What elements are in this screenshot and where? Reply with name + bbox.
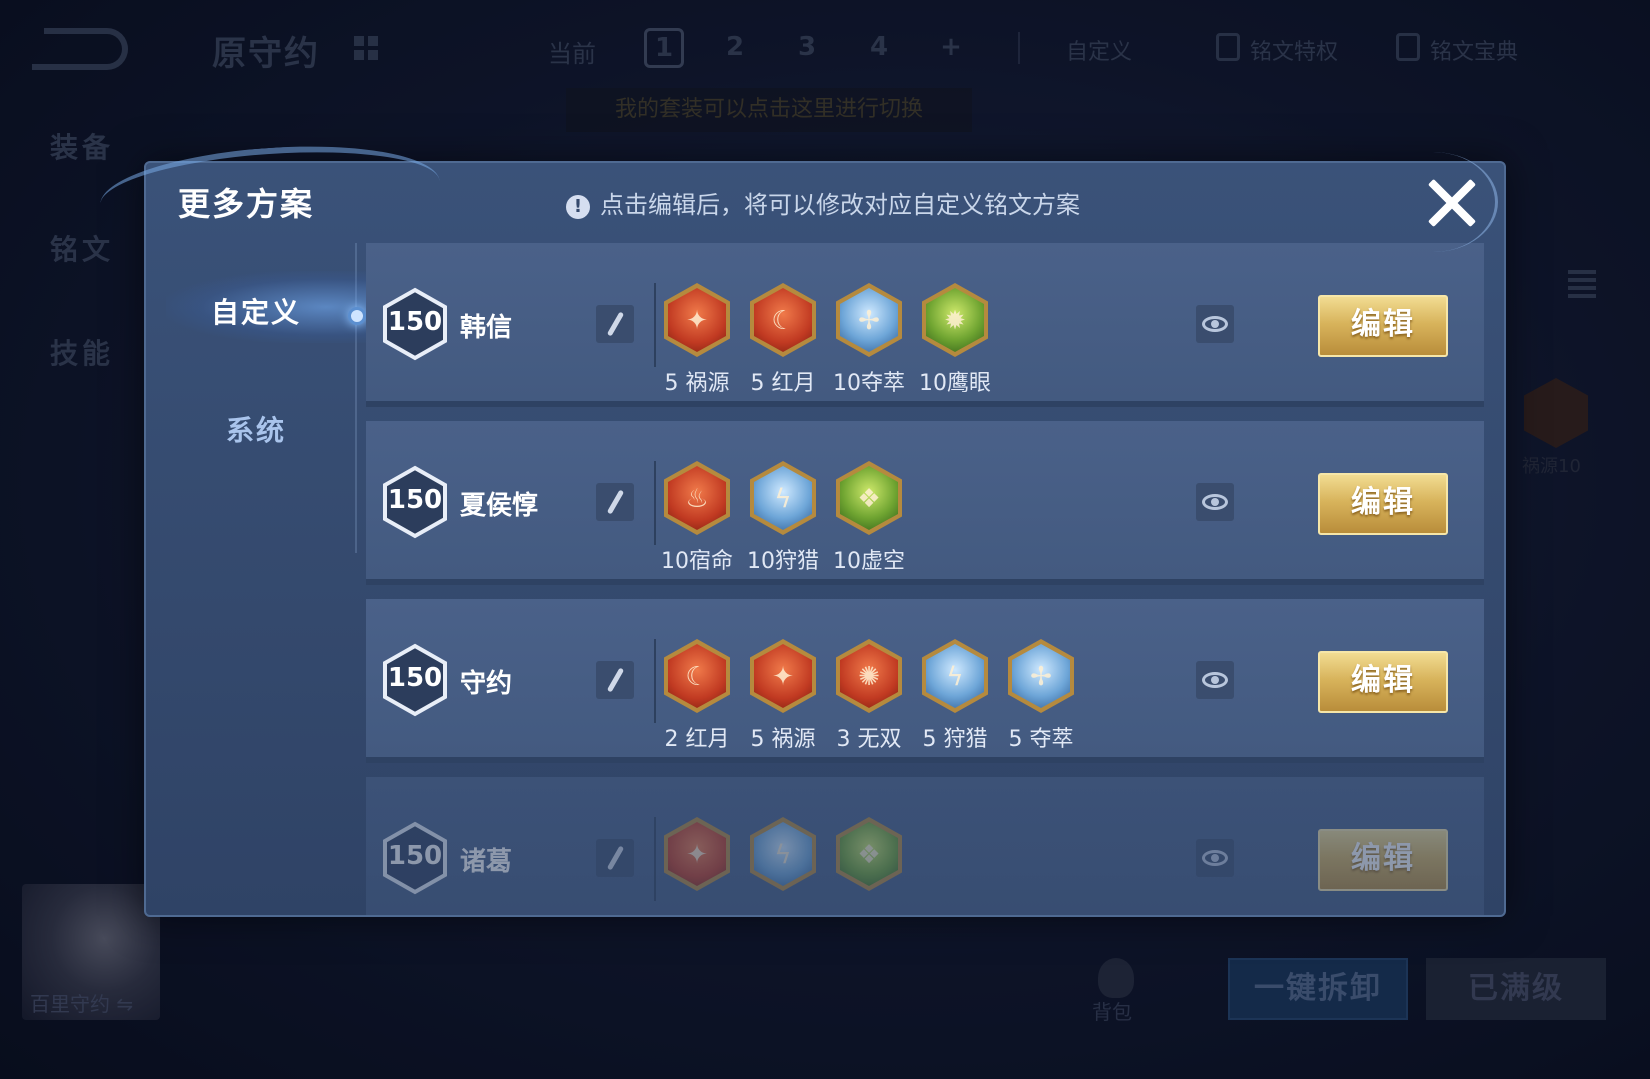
rune-item[interactable]: ☾ 5 红月 — [738, 283, 828, 397]
decorative-swirl — [1368, 152, 1498, 252]
preview-eye-icon[interactable] — [1196, 839, 1234, 877]
swirl-icon: ✺ — [836, 639, 902, 713]
rune-label: 3 无双 — [836, 727, 902, 752]
plan-row[interactable]: 150 诸葛 ✦ ϟ ❖ 编辑 — [366, 777, 1484, 915]
edit-button[interactable]: 编辑 — [1318, 473, 1448, 535]
rune-label: 5 狩猎 — [922, 727, 988, 752]
plan-row[interactable]: 150 夏侯惇 ♨ 10宿命 ϟ 10狩猎 ❖ 10虚空 编辑 — [366, 421, 1484, 585]
rune-label: 10鹰眼 — [919, 371, 991, 396]
nav-tab-system[interactable]: 系统 — [146, 409, 366, 449]
preview-eye-icon[interactable] — [1196, 483, 1234, 521]
lightning-icon: ϟ — [750, 817, 816, 891]
rename-pen-icon[interactable] — [596, 305, 634, 343]
edit-button[interactable]: 编辑 — [1318, 829, 1448, 891]
void-icon: ❖ — [836, 461, 902, 535]
rune-label: 5 祸源 — [664, 371, 730, 396]
rune-item[interactable]: ✢ 10夺萃 — [824, 283, 914, 397]
lightning-icon: ϟ — [922, 639, 988, 713]
plan-row[interactable]: 150 韩信 ✦ 5 祸源 ☾ 5 红月 ✢ 10夺萃 ✹ 10鹰眼 编辑 — [366, 243, 1484, 407]
plan-name: 守约 — [460, 669, 513, 699]
rune-item[interactable]: ❖ 10虚空 — [824, 461, 914, 575]
edit-button[interactable]: 编辑 — [1318, 295, 1448, 357]
rename-pen-icon[interactable] — [596, 839, 634, 877]
rune-label: 10宿命 — [661, 549, 733, 574]
knot-icon: ✢ — [836, 283, 902, 357]
rune-item[interactable]: ✦ 5 祸源 — [652, 283, 742, 397]
nav-indicator — [348, 307, 366, 325]
eye-star-icon: ✹ — [922, 283, 988, 357]
rune-level: 150 — [387, 307, 443, 337]
fan-icon: ✦ — [664, 817, 730, 891]
fan-icon: ✦ — [664, 283, 730, 357]
rune-item[interactable]: ❖ — [824, 817, 914, 899]
info-icon: ! — [566, 195, 590, 219]
preview-eye-icon[interactable] — [1196, 661, 1234, 699]
moon-icon: ☾ — [750, 283, 816, 357]
rune-item[interactable]: ✺ 3 无双 — [824, 639, 914, 753]
knot-icon: ✢ — [1008, 639, 1074, 713]
flame-icon: ♨ — [664, 461, 730, 535]
moon-icon: ☾ — [664, 639, 730, 713]
rune-item[interactable]: ✦ — [652, 817, 742, 899]
rune-level: 150 — [387, 841, 443, 871]
void-icon: ❖ — [836, 817, 902, 891]
plan-row[interactable]: 150 守约 ☾ 2 红月 ✦ 5 祸源 ✺ 3 无双 ϟ 5 狩猎 ✢ 5 夺萃 编辑 — [366, 599, 1484, 763]
rune-item[interactable]: ϟ 5 狩猎 — [910, 639, 1000, 753]
rune-label: 10狩猎 — [747, 549, 819, 574]
modal-hint: ! 点击编辑后，将可以修改对应自定义铭文方案 — [566, 185, 1080, 220]
rune-item[interactable]: ☾ 2 红月 — [652, 639, 742, 753]
rune-label: 5 红月 — [750, 371, 816, 396]
rune-item[interactable]: ϟ 10狩猎 — [738, 461, 828, 575]
lightning-icon: ϟ — [750, 461, 816, 535]
plan-list[interactable]: 150 韩信 ✦ 5 祸源 ☾ 5 红月 ✢ 10夺萃 ✹ 10鹰眼 编辑 150 夏侯惇 ♨ 10宿命 ϟ 1… — [366, 243, 1486, 915]
modal-hint-text: 点击编辑后，将可以修改对应自定义铭文方案 — [600, 191, 1080, 219]
rune-item[interactable]: ♨ 10宿命 — [652, 461, 742, 575]
rune-level: 150 — [387, 663, 443, 693]
fan-icon: ✦ — [750, 639, 816, 713]
edit-button[interactable]: 编辑 — [1318, 651, 1448, 713]
rune-label: 10夺萃 — [833, 371, 905, 396]
plan-name: 韩信 — [460, 313, 513, 343]
rune-item[interactable]: ϟ — [738, 817, 828, 899]
rune-item[interactable]: ✢ 5 夺萃 — [996, 639, 1086, 753]
plan-name: 夏侯惇 — [460, 491, 539, 521]
nav-tab-custom[interactable]: 自定义 — [146, 291, 366, 331]
rename-pen-icon[interactable] — [596, 661, 634, 699]
rune-level: 150 — [387, 485, 443, 515]
rune-label: 2 红月 — [664, 727, 730, 752]
rune-label: 5 夺萃 — [1008, 727, 1074, 752]
plan-name: 诸葛 — [460, 847, 513, 877]
preview-eye-icon[interactable] — [1196, 305, 1234, 343]
rune-label: 5 祸源 — [750, 727, 816, 752]
more-plans-modal: 更多方案 ! 点击编辑后，将可以修改对应自定义铭文方案 自定义 系统 150 韩信 ✦… — [144, 161, 1506, 917]
rename-pen-icon[interactable] — [596, 483, 634, 521]
rune-label: 10虚空 — [833, 549, 905, 574]
rune-item[interactable]: ✦ 5 祸源 — [738, 639, 828, 753]
rune-item[interactable]: ✹ 10鹰眼 — [910, 283, 1000, 397]
